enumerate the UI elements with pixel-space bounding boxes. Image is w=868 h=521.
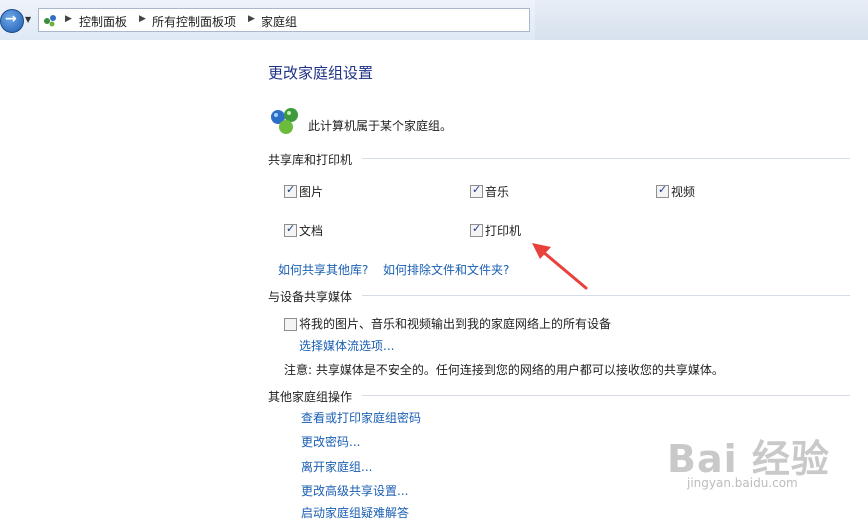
control-panel-icon [44,15,56,27]
other-actions-heading: 其他家庭组操作 [268,390,353,404]
divider [362,158,850,159]
change-password-link[interactable]: 更改密码... [301,433,360,450]
divider [362,295,850,296]
back-button[interactable]: → [0,9,24,33]
address-bar: → ▼ ▶ 控制面板 ▶ 所有控制面板项 ▶ 家庭组 [0,0,868,40]
checkbox-printers[interactable] [470,222,483,237]
back-arrow-icon: → [5,11,17,27]
share-section-heading: 共享库和打印机 [268,153,353,167]
homegroup-icon [271,108,298,134]
checkbox-music[interactable] [470,183,483,198]
watermark-url: jingyan.baidu.com [687,476,798,490]
page-title: 更改家庭组设置 [268,64,374,82]
advanced-sharing-link[interactable]: 更改高级共享设置... [301,482,408,499]
breadcrumb-separator-icon[interactable]: ▶ [65,14,72,24]
how-exclude-files-link[interactable]: 如何排除文件和文件夹? [383,261,509,278]
breadcrumb[interactable]: ▶ 控制面板 ▶ 所有控制面板项 ▶ 家庭组 [38,8,530,32]
breadcrumb-all-items[interactable]: 所有控制面板项 [152,13,236,30]
breadcrumb-homegroup[interactable]: 家庭组 [261,13,297,30]
homegroup-status-text: 此计算机属于某个家庭组。 [308,119,453,133]
watermark-brand: Bai 经验 [667,437,830,481]
history-dropdown-icon[interactable]: ▼ [25,15,31,24]
breadcrumb-control-panel[interactable]: 控制面板 [79,13,127,30]
troubleshooter-link[interactable]: 启动家庭组疑难解答 [301,504,409,521]
checkbox-printers-label: 打印机 [485,224,522,238]
how-share-other-libraries-link[interactable]: 如何共享其他库? [278,261,368,278]
breadcrumb-separator-icon[interactable]: ▶ [139,14,146,24]
checkbox-music-label: 音乐 [485,185,510,199]
view-print-password-link[interactable]: 查看或打印家庭组密码 [301,409,421,426]
media-security-note: 注意: 共享媒体是不安全的。任何连接到您的网络的用户都可以接收您的共享媒体。 [284,363,724,377]
checkbox-stream-media-label: 将我的图片、音乐和视频输出到我的家庭网络上的所有设备 [299,317,612,331]
checkbox-pictures-label: 图片 [299,185,324,199]
checkbox-documents[interactable] [284,222,297,237]
leave-homegroup-link[interactable]: 离开家庭组... [301,458,372,475]
watermark: Bai 经验 jingyan.baidu.com [667,420,867,511]
media-streaming-options-link[interactable]: 选择媒体流选项... [299,337,394,354]
checkbox-documents-label: 文档 [299,224,324,238]
media-section-heading: 与设备共享媒体 [268,290,353,304]
breadcrumb-separator-icon[interactable]: ▶ [248,14,255,24]
checkbox-stream-media[interactable] [284,318,297,331]
annotation-arrow-icon [532,243,588,290]
checkbox-videos[interactable] [656,183,669,198]
checkbox-videos-label: 视频 [671,185,696,199]
checkbox-pictures[interactable] [284,183,297,198]
search-area [535,0,868,40]
divider [362,395,850,396]
